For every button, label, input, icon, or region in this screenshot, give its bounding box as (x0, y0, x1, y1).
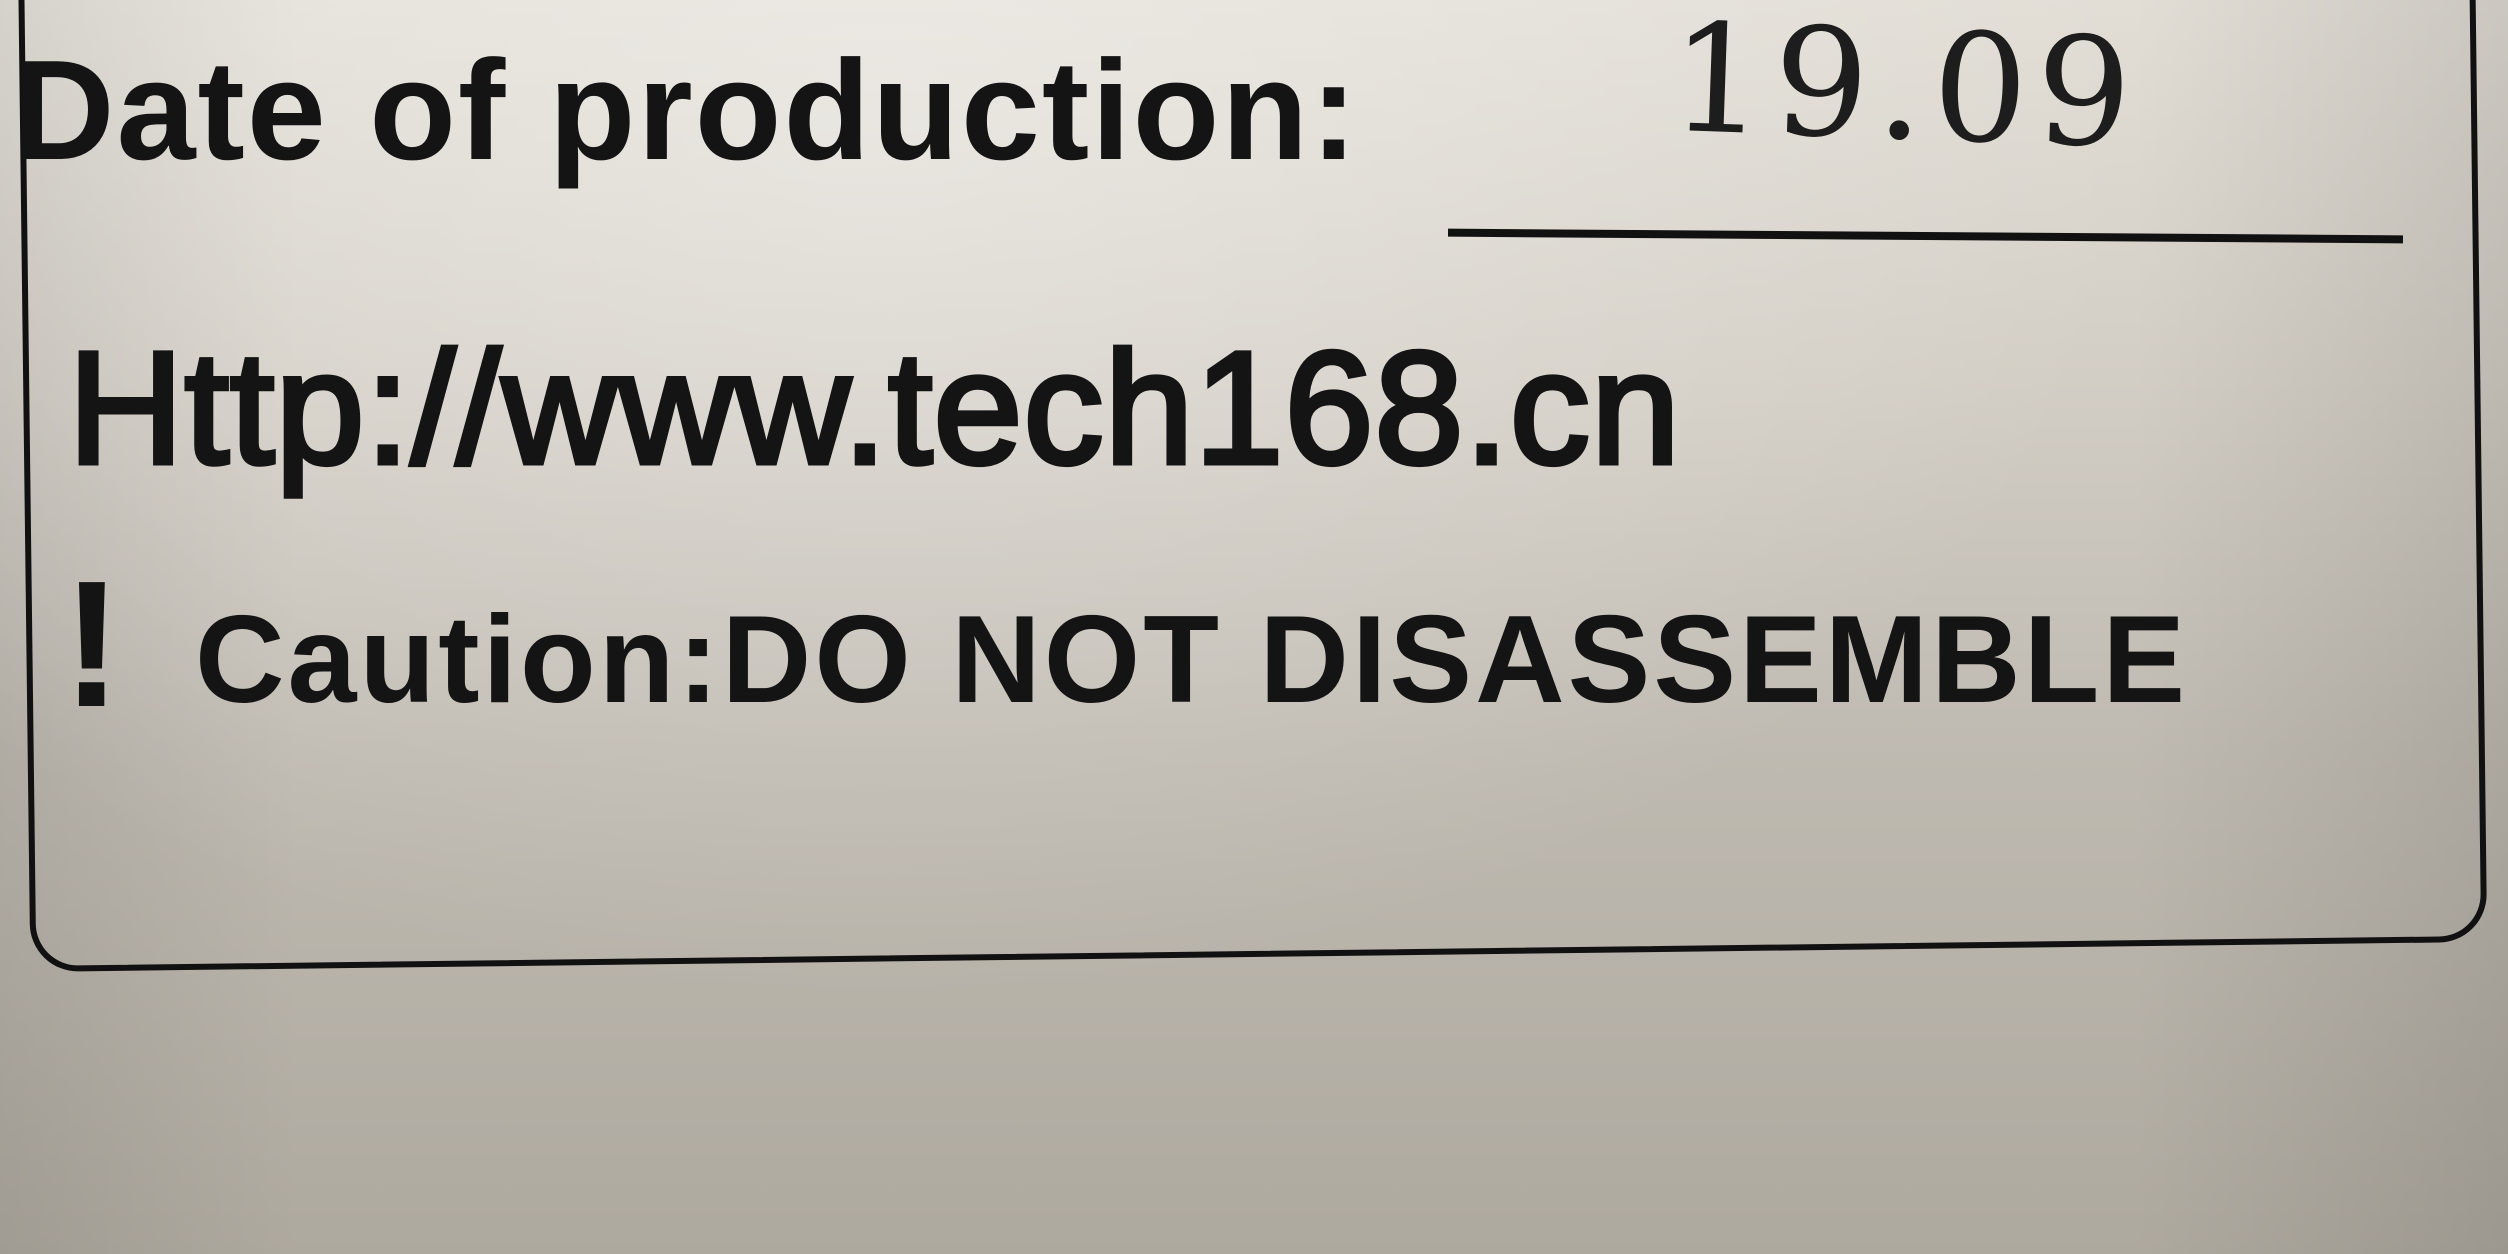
production-date-value: 19.09 (1667, 0, 2143, 183)
production-date-label: Date of production: (12, 31, 1360, 190)
exclamation-icon: ! (62, 544, 122, 745)
caution-text: Caution:DO NOT DISASSEMBLE (195, 591, 2189, 729)
website-url: Http://www.tech168.cn (66, 318, 1683, 497)
